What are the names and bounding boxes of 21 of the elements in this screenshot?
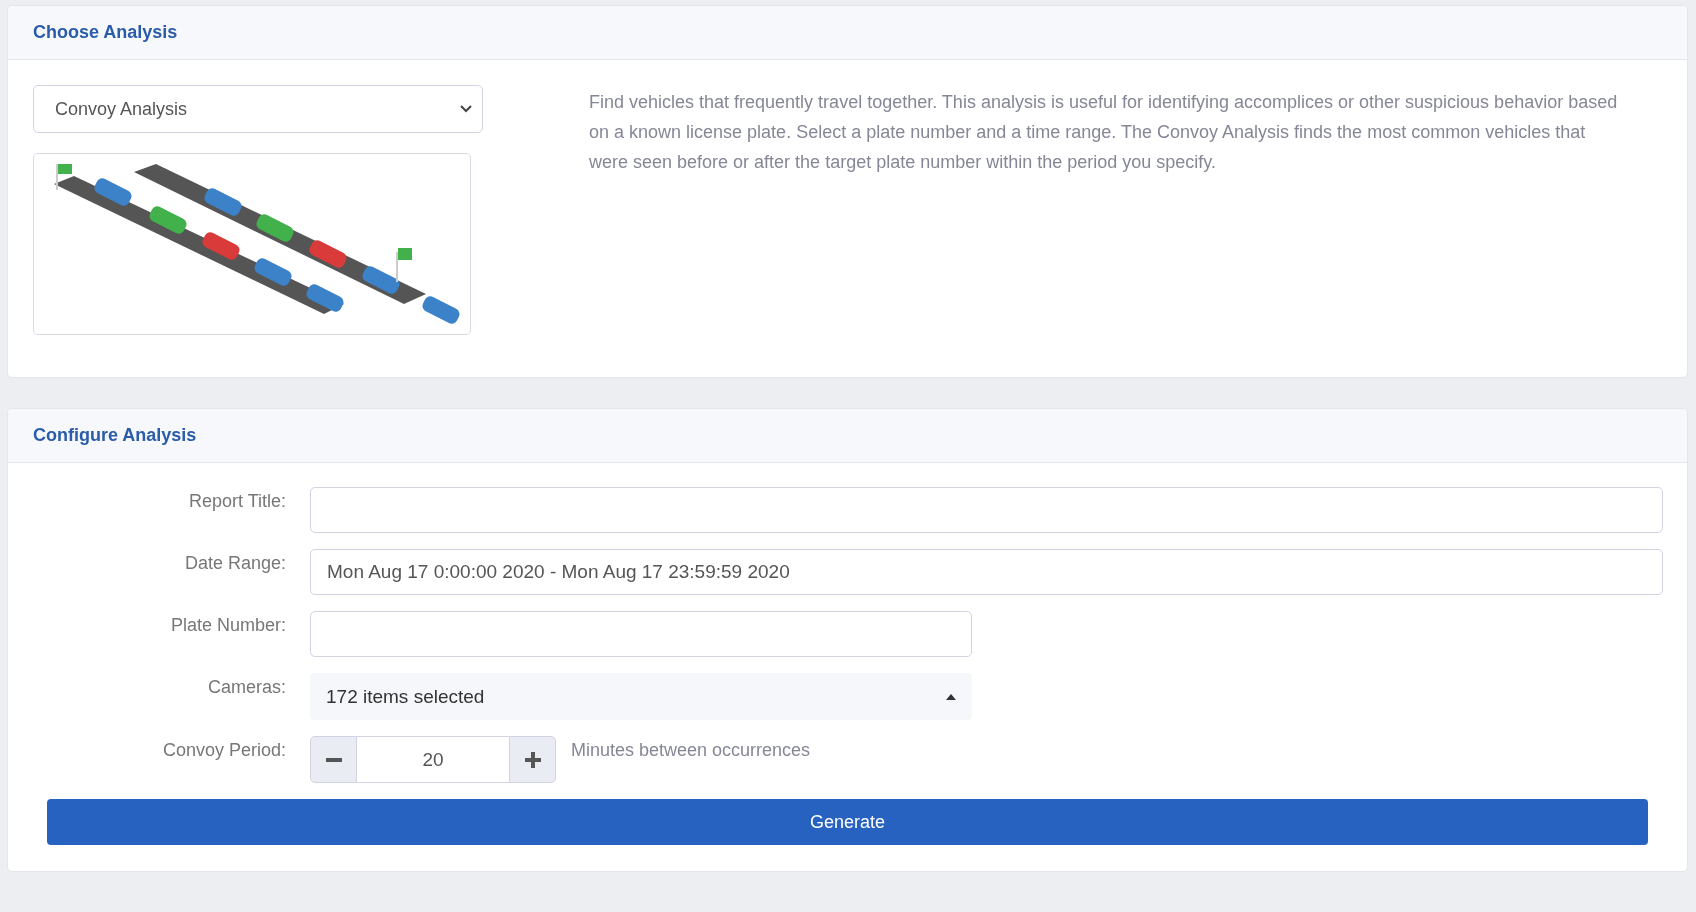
decrement-button[interactable] — [310, 736, 357, 783]
plus-icon — [524, 751, 541, 768]
field-label: Convoy Period: — [161, 739, 287, 762]
analysis-select[interactable]: Convoy Analysis — [33, 85, 483, 133]
field-label: Date Range: — [183, 552, 287, 575]
text-field[interactable] — [310, 611, 972, 657]
field-label: Cameras: — [206, 676, 287, 699]
section-title: Choose Analysis — [33, 22, 178, 43]
generate-button[interactable]: Generate — [47, 799, 1648, 845]
chevron-down-icon — [460, 105, 472, 113]
camera-select[interactable]: 172 items selected — [310, 673, 972, 720]
field-label: Report Title: — [187, 490, 287, 513]
increment-button[interactable] — [509, 736, 556, 783]
field-label: Plate Number: — [169, 614, 287, 637]
field-hint: Minutes between occurrences — [571, 739, 811, 761]
text-field[interactable]: Mon Aug 17 0:00:00 2020 - Mon Aug 17 23:59:59 2020 — [310, 549, 1663, 595]
analysis-description: Find vehicles that frequently travel together. This analysis is useful for identifying accomplices or other suspicious behavior based on a known license plate. Select a plate number and a time range. The Convoy Analysis finds the most common vehicles that were seen before or after the target plate number within the period you specify. — [589, 91, 1619, 174]
section-title: Configure Analysis — [33, 425, 197, 446]
minus-icon — [325, 757, 342, 762]
number-field[interactable]: 20 — [357, 736, 509, 783]
text-field[interactable] — [310, 487, 1663, 533]
